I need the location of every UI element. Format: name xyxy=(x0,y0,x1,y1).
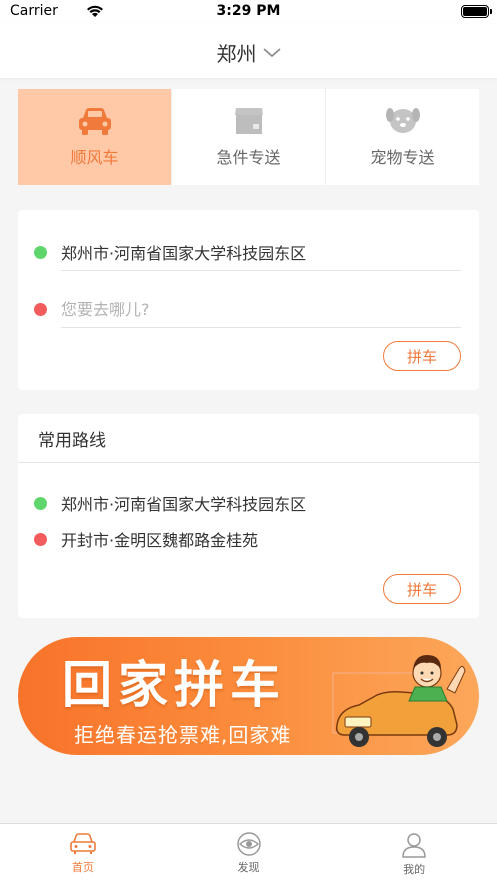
car-icon xyxy=(70,833,96,854)
promo-banner[interactable]: 回家拼车 拒绝春运抢票难,回家难 xyxy=(18,637,479,755)
nav-header: 郑州 xyxy=(0,24,497,78)
tabbar-discover[interactable]: 发现 xyxy=(166,824,332,883)
route-carpool-button[interactable]: 拼车 xyxy=(383,574,461,604)
destination-dot xyxy=(34,302,47,316)
route-destination-address: 开封市·金明区魏都路金桂苑 xyxy=(61,531,259,550)
service-tabs: 顺风车 急件专送 宠物专送 xyxy=(18,89,479,185)
tabbar-label: 发现 xyxy=(237,861,260,874)
origin-address: 郑州市·河南省国家大学科技园东区 xyxy=(61,244,307,263)
tab-express-delivery[interactable]: 急件专送 xyxy=(172,89,326,185)
tab-label: 顺风车 xyxy=(70,148,119,167)
trip-card: 郑州市·河南省国家大学科技园东区 拼车 xyxy=(18,210,479,390)
tab-label: 急件专送 xyxy=(216,148,281,167)
carpool-button[interactable]: 拼车 xyxy=(383,341,461,371)
banner-subtitle: 拒绝春运抢票难,回家难 xyxy=(74,723,292,747)
battery-icon xyxy=(461,5,492,18)
package-icon xyxy=(234,108,263,134)
origin-dot xyxy=(34,245,47,259)
tab-rideshare[interactable]: 顺风车 xyxy=(18,89,172,185)
tab-pet-delivery[interactable]: 宠物专送 xyxy=(326,89,479,185)
tab-label: 宠物专送 xyxy=(370,148,435,167)
tabbar-label: 首页 xyxy=(71,861,94,874)
destination-dot xyxy=(34,532,47,546)
eye-icon xyxy=(236,832,261,856)
origin-dot xyxy=(34,496,47,510)
route-origin-address: 郑州市·河南省国家大学科技园东区 xyxy=(61,495,307,514)
dog-icon xyxy=(385,108,420,133)
status-bar: Carrier 3:29 PM xyxy=(0,0,497,24)
divider xyxy=(18,462,479,463)
destination-row[interactable] xyxy=(34,287,461,331)
destination-input[interactable] xyxy=(61,299,421,319)
routes-title: 常用路线 xyxy=(38,431,106,451)
clock: 3:29 PM xyxy=(216,3,281,19)
common-routes-card: 常用路线 郑州市·河南省国家大学科技园东区 开封市·金明区魏都路金桂苑 拼车 xyxy=(18,414,479,618)
route-destination-row[interactable]: 开封市·金明区魏都路金桂苑 xyxy=(34,517,461,561)
city-name: 郑州 xyxy=(216,42,257,66)
tabbar-profile[interactable]: 我的 xyxy=(331,824,497,883)
car-icon xyxy=(78,108,111,135)
bottom-tab-bar: 首页 发现 我的 xyxy=(0,823,497,883)
tabbar-label: 我的 xyxy=(403,863,426,876)
city-selector[interactable]: 郑州 xyxy=(0,38,497,67)
tabbar-home[interactable]: 首页 xyxy=(0,824,166,883)
banner-title: 回家拼车 xyxy=(62,656,286,714)
user-icon xyxy=(402,833,426,858)
chevron-down-icon xyxy=(262,47,281,57)
divider xyxy=(61,327,461,328)
divider xyxy=(61,270,461,271)
driver-car-illustration xyxy=(332,655,466,747)
origin-row[interactable]: 郑州市·河南省国家大学科技园东区 xyxy=(34,230,461,274)
